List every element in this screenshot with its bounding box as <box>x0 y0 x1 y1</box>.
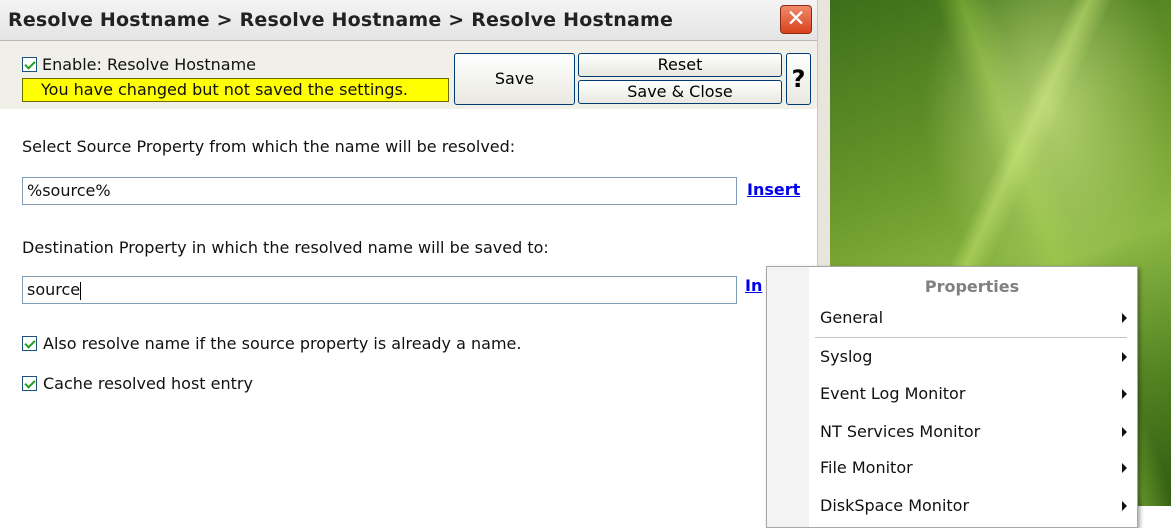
menu-item-label: Syslog <box>820 347 873 366</box>
menu-item-general[interactable]: General <box>809 303 1135 333</box>
submenu-arrow-icon <box>1122 313 1127 323</box>
also-resolve-option[interactable]: Also resolve name if the source property… <box>22 334 521 353</box>
reset-button[interactable]: Reset <box>578 53 782 77</box>
cache-option[interactable]: Cache resolved host entry <box>22 374 253 393</box>
menu-header: Properties <box>924 277 1020 296</box>
menu-item-event-log-monitor[interactable]: Event Log Monitor <box>809 379 1135 409</box>
submenu-arrow-icon <box>1122 389 1127 399</box>
destination-insert-link[interactable]: In <box>745 276 762 295</box>
destination-property-input[interactable]: source <box>22 276 737 304</box>
source-insert-link[interactable]: Insert <box>747 180 800 199</box>
menu-item-label: General <box>820 308 884 327</box>
settings-dialog: Resolve Hostname > Resolve Hostname > Re… <box>0 0 818 506</box>
enable-checkbox[interactable] <box>22 56 37 72</box>
enable-label: Enable: Resolve Hostname <box>42 55 256 74</box>
close-button[interactable]: ✕ <box>780 5 812 34</box>
menu-item-diskspace-monitor[interactable]: DiskSpace Monitor <box>809 491 1135 521</box>
submenu-arrow-icon <box>1122 501 1127 511</box>
menu-item-syslog[interactable]: Syslog <box>809 342 1135 372</box>
help-button[interactable]: ? <box>786 53 811 105</box>
cache-label: Cache resolved host entry <box>43 374 253 393</box>
menu-separator <box>815 337 1127 338</box>
submenu-arrow-icon <box>1122 352 1127 362</box>
destination-property-label: Destination Property in which the resolv… <box>22 238 549 257</box>
save-button[interactable]: Save <box>454 53 575 105</box>
unsaved-warning: You have changed but not saved the setti… <box>22 78 449 102</box>
menu-gutter <box>767 267 809 527</box>
save-and-close-button[interactable]: Save & Close <box>578 80 782 104</box>
submenu-arrow-icon <box>1122 463 1127 473</box>
menu-item-label: File Monitor <box>820 458 913 477</box>
properties-context-menu: Properties General Syslog Event Log Moni… <box>766 266 1138 528</box>
menu-item-label: NT Services Monitor <box>820 422 981 441</box>
cache-checkbox[interactable] <box>22 375 37 391</box>
source-property-label: Select Source Property from which the na… <box>22 137 516 156</box>
title-bar: Resolve Hostname > Resolve Hostname > Re… <box>0 0 817 41</box>
destination-value: source <box>27 280 81 299</box>
text-cursor <box>80 281 82 300</box>
close-icon: ✕ <box>786 6 806 32</box>
menu-item-label: Event Log Monitor <box>820 384 966 403</box>
menu-item-nt-services-monitor[interactable]: NT Services Monitor <box>809 417 1135 447</box>
enable-checkbox-row[interactable]: Enable: Resolve Hostname <box>22 55 256 74</box>
menu-item-file-monitor[interactable]: File Monitor <box>809 453 1135 483</box>
also-resolve-checkbox[interactable] <box>22 335 37 351</box>
window-title: Resolve Hostname > Resolve Hostname > Re… <box>8 9 674 31</box>
also-resolve-label: Also resolve name if the source property… <box>43 334 522 353</box>
submenu-arrow-icon <box>1122 427 1127 437</box>
source-property-input[interactable]: %source% <box>22 177 737 205</box>
